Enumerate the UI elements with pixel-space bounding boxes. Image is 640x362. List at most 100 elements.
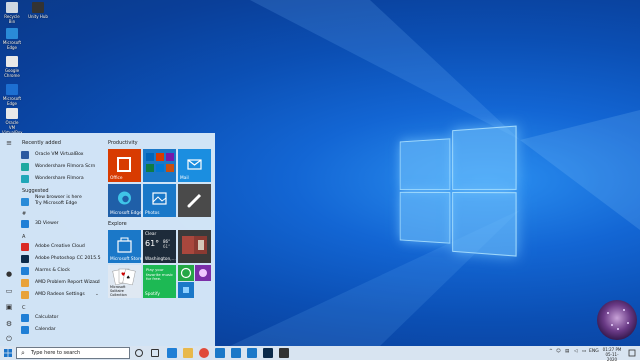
recently-added-header: Recently added — [22, 140, 61, 146]
desktop-icon[interactable]: Microsoft Edge — [2, 28, 22, 50]
3d-viewer-icon — [21, 220, 29, 228]
weather-low: 61° — [163, 244, 171, 249]
desktop-icon[interactable]: Oracle VM VirtualBox — [2, 108, 23, 135]
app-list-item[interactable]: AMD Radeon Settings ⌄ — [21, 290, 102, 300]
app-list-item[interactable]: 3D Viewer — [21, 219, 102, 229]
game-tile[interactable] — [195, 265, 211, 281]
recent-app-item[interactable]: Wondershare Filmora — [21, 174, 102, 184]
news-tile[interactable] — [178, 230, 211, 263]
office-app-icon[interactable] — [146, 164, 154, 172]
photos-icon[interactable] — [247, 348, 257, 358]
solitaire-tile[interactable]: ♥ ♠ Microsoft Solitaire Collection — [108, 265, 141, 298]
app-list-item[interactable]: Adobe Photoshop CC 2015.5 — [21, 254, 102, 264]
start-menu: ≡ ● ▭ ▣ ⚙ ⏻ Recently added Oracle VM Vir… — [0, 133, 215, 346]
clock-date: 05-11-2020 — [605, 352, 619, 362]
terminal-icon[interactable] — [279, 348, 289, 358]
app-label: Adobe Photoshop CC 2015.5 — [35, 256, 101, 261]
documents-icon[interactable]: ▭ — [5, 288, 13, 295]
suggested-line1: New browser is here — [35, 195, 82, 200]
office-app-icon[interactable] — [156, 164, 164, 172]
photos-tile[interactable]: Photos — [143, 184, 176, 217]
app-list-item[interactable]: AMD Problem Report Wizard ⌄ — [21, 278, 102, 288]
search-icon: ⌕ — [21, 349, 25, 357]
desktop-icon[interactable]: Recycle Bin — [2, 2, 22, 24]
task-view-icon[interactable] — [151, 349, 159, 357]
pen-icon — [187, 193, 202, 208]
app-list-item[interactable]: Calculator — [21, 313, 102, 323]
desktop-icon[interactable]: Google Chrome — [2, 56, 22, 78]
app-label: 3D Viewer — [35, 221, 59, 226]
chevron-down-icon[interactable]: ⌄ — [95, 280, 99, 285]
cortana-icon[interactable] — [135, 349, 143, 357]
photoshop-icon[interactable] — [263, 348, 273, 358]
suggested-edge[interactable]: New browser is here Try Microsoft Edge — [21, 195, 102, 208]
recent-app-item[interactable]: Oracle VM VirtualBox — [21, 150, 102, 160]
office-tile[interactable]: Office — [108, 149, 141, 182]
office-app-icon[interactable] — [166, 153, 174, 161]
notification-center-icon[interactable] — [627, 348, 637, 358]
app-label: Oracle VM VirtualBox — [35, 152, 84, 157]
news-image-icon — [182, 236, 207, 254]
app-label: AMD Problem Report Wizard — [35, 280, 100, 285]
desktop-icon[interactable]: Unity Hub — [28, 2, 48, 19]
pen-tile[interactable] — [178, 184, 211, 217]
office-app-icon[interactable] — [166, 164, 174, 172]
file-explorer-icon[interactable] — [183, 348, 193, 358]
power-icon[interactable]: ⏻ — [5, 336, 13, 343]
app-group-letter[interactable]: C — [22, 305, 26, 311]
photoshop-icon — [21, 255, 29, 263]
app-list-item[interactable]: Alarms & Clock — [21, 266, 102, 276]
people-icon[interactable]: ☺ — [556, 349, 561, 354]
weather-city: Washington,... — [145, 257, 176, 262]
office-app-icon[interactable] — [146, 153, 154, 161]
alarm-clock-icon — [21, 267, 29, 275]
mini-tile-blue[interactable] — [178, 282, 194, 298]
pictures-icon[interactable]: ▣ — [5, 304, 13, 311]
tile-area: Productivity Office Mail Microsoft Edge … — [108, 133, 215, 346]
user-account-icon[interactable]: ● — [5, 271, 13, 278]
hamburger-menu-icon[interactable]: ≡ — [5, 140, 13, 147]
app-label: Adobe Creative Cloud — [35, 244, 85, 249]
taskbar: ⌕ Type here to search ^ ☺ ▤ ◁ ▭ ENG 01:2… — [0, 346, 640, 362]
chevron-down-icon[interactable]: ⌄ — [95, 292, 99, 297]
amd-icon — [21, 279, 29, 287]
desktop-icon[interactable]: Microsoft Edge — [2, 84, 22, 106]
office-apps-tile[interactable] — [143, 149, 176, 182]
app-group-letter[interactable]: # — [22, 211, 26, 217]
explore-header: Explore — [108, 221, 127, 227]
language-indicator[interactable]: ENG — [589, 349, 599, 354]
edge-tile[interactable]: Microsoft Edge — [108, 184, 142, 217]
user-avatar-overlay — [597, 300, 637, 340]
office-app-icon[interactable] — [156, 153, 164, 161]
weather-temp: 61° — [145, 239, 160, 248]
search-placeholder: Type here to search — [31, 350, 81, 356]
app-group-letter[interactable]: A — [22, 234, 25, 240]
store-icon[interactable] — [215, 348, 225, 358]
app-list-item[interactable]: Calendar — [21, 325, 102, 335]
app-label: Calculator — [35, 315, 59, 320]
desktop-app-icon — [6, 56, 18, 67]
volume-icon[interactable]: ◁ — [574, 349, 577, 354]
network-icon[interactable]: ▤ — [565, 349, 569, 354]
mail-icon[interactable] — [231, 348, 241, 358]
app-list-item[interactable]: Adobe Creative Cloud — [21, 242, 102, 252]
settings-gear-icon[interactable]: ⚙ — [5, 321, 13, 328]
whatsapp-tile[interactable] — [178, 265, 194, 281]
mail-tile[interactable]: Mail — [178, 149, 211, 182]
desktop-icon-label: Recycle Bin — [4, 14, 20, 24]
app-label: Wondershare Filmora Scrn — [35, 164, 96, 169]
weather-tile[interactable]: Clear 61° 86° 61° Washington,... — [143, 230, 176, 263]
desktop-app-icon — [6, 2, 18, 13]
tray-overflow-icon[interactable]: ^ — [549, 349, 553, 354]
desktop-icon-label: Unity Hub — [28, 14, 48, 19]
store-tile[interactable]: Microsoft Store — [108, 230, 142, 263]
spotify-tile[interactable]: Play your favorite music for free. Spoti… — [143, 265, 176, 298]
recent-app-item[interactable]: Wondershare Filmora Scrn — [21, 162, 102, 172]
battery-icon[interactable]: ▭ — [582, 349, 586, 354]
desktop-icon-label: Microsoft Edge — [2, 96, 22, 106]
windows-start-icon[interactable] — [3, 348, 13, 358]
chrome-icon[interactable] — [199, 348, 209, 358]
edge-icon[interactable] — [167, 348, 177, 358]
app-icon — [183, 287, 189, 293]
taskbar-search-box[interactable]: ⌕ Type here to search — [16, 347, 130, 359]
